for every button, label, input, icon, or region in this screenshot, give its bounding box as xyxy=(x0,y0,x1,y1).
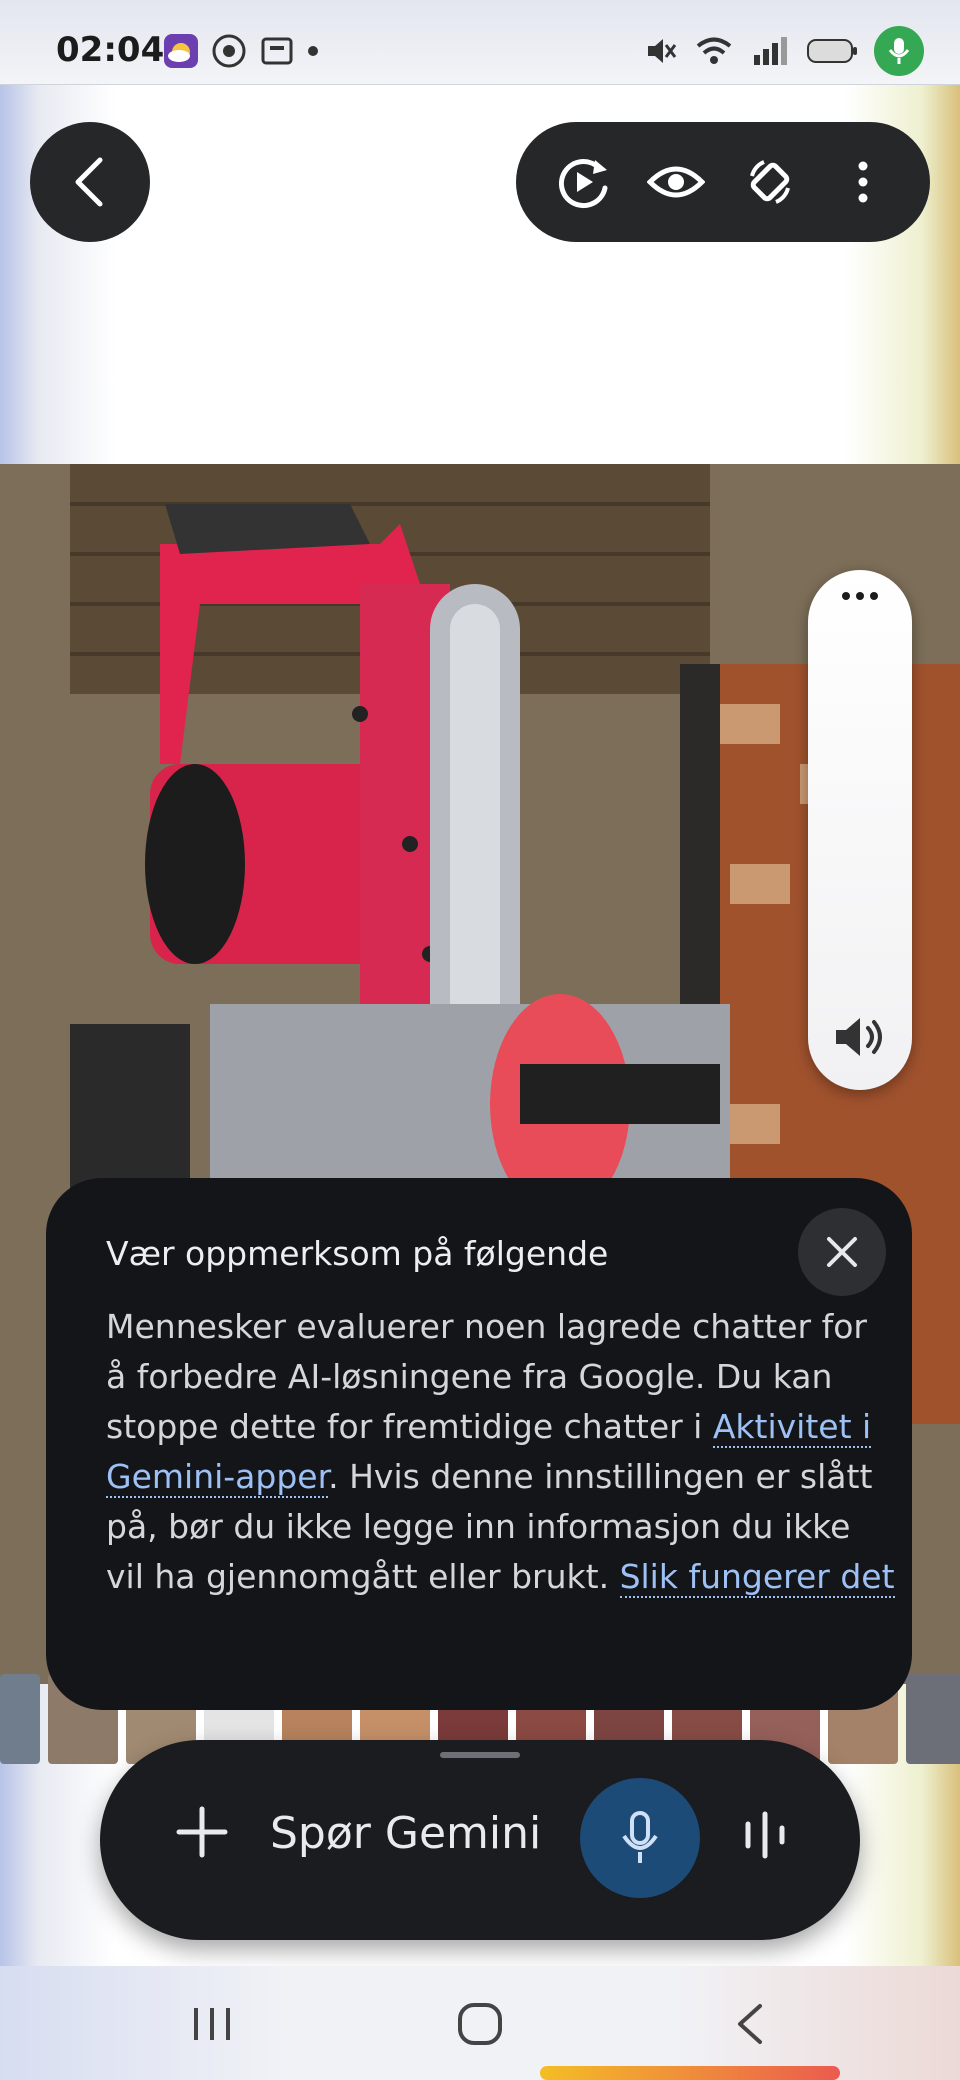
home-icon xyxy=(458,2003,502,2045)
more-options-button[interactable] xyxy=(823,142,903,222)
screen: 02:04 Vær oppmerksom på følgende Mennesk… xyxy=(0,0,960,2080)
home-button[interactable] xyxy=(440,1994,520,2054)
recents-button[interactable] xyxy=(172,1994,252,2054)
recents-icon xyxy=(194,2008,230,2040)
eye-button[interactable] xyxy=(636,142,716,222)
status-system-icons xyxy=(642,26,924,76)
rotate-icon xyxy=(749,160,790,204)
more-vert-icon xyxy=(858,161,868,203)
gesture-glow xyxy=(540,2066,840,2080)
fire-app-icon xyxy=(260,34,294,68)
microphone-icon xyxy=(622,1811,658,1863)
plus-icon xyxy=(176,1806,228,1858)
eye-icon xyxy=(647,166,706,198)
cloud-weather-icon xyxy=(164,34,198,68)
sheet-drag-handle[interactable] xyxy=(440,1752,520,1758)
voice-input-button[interactable] xyxy=(580,1778,700,1898)
notice-body: Mennesker evaluerer noen lagrede chatter… xyxy=(106,1302,896,1602)
signal-6g-icon xyxy=(754,37,787,65)
close-icon xyxy=(827,1237,857,1267)
ask-gemini-input[interactable]: Spør Gemini xyxy=(270,1808,541,1859)
gemini-live-button[interactable] xyxy=(730,1800,800,1870)
add-attachment-button[interactable] xyxy=(170,1800,234,1864)
thumbnail[interactable] xyxy=(906,1674,960,1764)
rotate-button[interactable] xyxy=(730,142,810,222)
system-navigation-bar xyxy=(0,1966,960,2080)
thumbnail[interactable] xyxy=(0,1674,40,1764)
volume-panel[interactable] xyxy=(808,570,912,1090)
wifi-icon xyxy=(696,37,732,64)
chrome-icon xyxy=(212,34,246,68)
how-it-works-link[interactable]: Slik fungerer det xyxy=(619,1557,895,1598)
play-rotate-button[interactable] xyxy=(543,142,623,222)
notice-title: Vær oppmerksom på følgende xyxy=(106,1234,609,1273)
waveform-icon xyxy=(745,1811,785,1859)
more-dot-icon xyxy=(308,46,318,56)
privacy-notice-card: Vær oppmerksom på følgende Mennesker eva… xyxy=(46,1178,912,1710)
status-bar: 02:04 xyxy=(0,0,960,85)
close-notice-button[interactable] xyxy=(798,1208,886,1296)
mic-active-icon xyxy=(874,26,924,76)
play-rotate-icon xyxy=(558,159,608,209)
speaker-icon[interactable] xyxy=(832,1012,888,1066)
nav-back-icon xyxy=(738,2004,762,2044)
media-actions-bar xyxy=(516,122,930,242)
mute-icon xyxy=(648,39,677,63)
back-button[interactable] xyxy=(30,122,150,242)
back-arrow-icon xyxy=(75,157,103,207)
nav-back-button[interactable] xyxy=(710,1994,790,2054)
gemini-input-bar: Spør Gemini xyxy=(100,1740,860,1940)
battery-icon xyxy=(807,39,857,63)
status-notification-icons xyxy=(164,34,318,68)
status-time: 02:04 xyxy=(56,30,165,70)
